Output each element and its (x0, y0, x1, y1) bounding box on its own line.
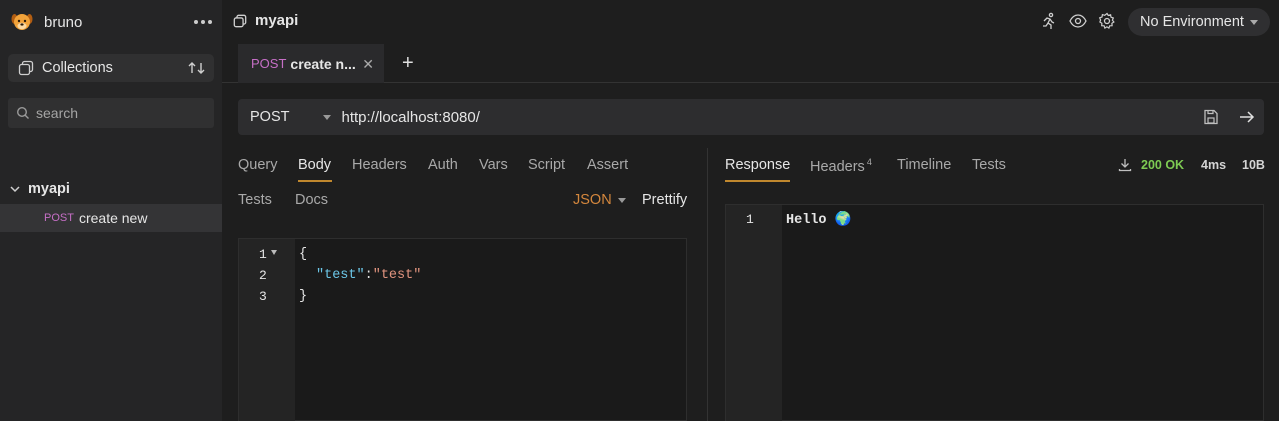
response-size: 10B (1242, 158, 1265, 172)
fold-arrow-icon[interactable] (271, 250, 277, 255)
copy-icon (233, 14, 247, 27)
search-input[interactable] (36, 105, 206, 121)
tab-vars[interactable]: Vars (479, 157, 508, 173)
tab-name: create n... (290, 55, 356, 72)
top-icons (1040, 12, 1116, 30)
tab-timeline[interactable]: Timeline (897, 157, 951, 173)
chevron-down-icon (10, 186, 20, 193)
response-body: Hello 🌍 (786, 213, 852, 228)
tab-auth[interactable]: Auth (428, 157, 458, 173)
response-viewer[interactable]: 1 Hello 🌍 (725, 204, 1264, 421)
json-value: "test" (372, 268, 422, 283)
line-number: 1 (746, 212, 754, 227)
add-tab-icon[interactable]: + (402, 52, 414, 75)
page-title: myapi (255, 12, 299, 29)
tab-create-new[interactable]: POST create n... ✕ (238, 44, 384, 83)
collections-label: Collections (42, 60, 113, 76)
search-icon (16, 106, 29, 119)
active-tab-underline (725, 180, 790, 182)
json-colon: : (364, 268, 373, 283)
headers-label: Headers (810, 158, 865, 175)
download-icon[interactable] (1118, 158, 1132, 172)
caret-down-icon (1249, 19, 1258, 25)
environment-selector[interactable]: No Environment (1128, 8, 1270, 36)
body-mode-select[interactable]: JSON (573, 192, 612, 208)
close-icon[interactable]: ✕ (362, 56, 374, 73)
runner-icon[interactable] (1040, 12, 1058, 30)
save-icon[interactable] (1202, 108, 1220, 126)
tab-response-headers[interactable]: Headers 4 (810, 157, 872, 175)
tab-method: POST (251, 56, 287, 71)
search-box (8, 98, 214, 128)
send-arrow-icon[interactable] (1238, 108, 1256, 126)
url-bar: POST http://localhost:8080/ (238, 99, 1264, 135)
headers-count: 4 (866, 157, 872, 167)
gear-icon[interactable] (1098, 12, 1116, 30)
code-line: } (299, 289, 308, 304)
line-number: 3 (259, 289, 267, 304)
line-number: 2 (259, 268, 267, 283)
app-window: bruno Collections myapi POST create new … (0, 0, 1279, 421)
environment-label: No Environment (1140, 14, 1244, 30)
request-tab-bar: POST create n... ✕ + (222, 44, 1279, 83)
line-number: 1 (259, 247, 267, 262)
request-item-create-new[interactable]: POST create new (0, 204, 222, 232)
collection-name: myapi (28, 181, 70, 197)
bruno-logo-icon (11, 14, 33, 30)
line-gutter: 1 (726, 205, 782, 421)
sort-icon[interactable] (188, 60, 206, 76)
body-editor[interactable]: 1 2 3 { "test":"test" } (238, 238, 687, 421)
more-options-icon[interactable] (192, 12, 214, 32)
tab-headers[interactable]: Headers (352, 157, 407, 173)
brand: bruno (10, 10, 82, 34)
tab-response-tests[interactable]: Tests (972, 157, 1006, 173)
tab-script[interactable]: Script (528, 157, 565, 173)
active-tab-underline (298, 180, 332, 182)
prettify-button[interactable]: Prettify (642, 192, 687, 208)
sidebar: bruno Collections myapi POST create new (0, 0, 222, 421)
tab-docs[interactable]: Docs (295, 192, 328, 208)
request-method: POST (44, 212, 74, 224)
caret-down-icon[interactable] (323, 114, 332, 120)
url-input[interactable]: http://localhost:8080/ (341, 109, 479, 126)
tab-body[interactable]: Body (298, 157, 331, 173)
line-gutter: 1 2 3 (239, 239, 295, 421)
collections-button[interactable]: Collections (8, 54, 214, 82)
method-select[interactable]: POST (250, 109, 289, 125)
eye-icon[interactable] (1068, 12, 1088, 30)
collection-myapi[interactable]: myapi (0, 178, 222, 200)
status-code: 200 OK (1141, 158, 1185, 172)
tab-response[interactable]: Response (725, 157, 790, 173)
code-line: { (299, 247, 308, 262)
pane-divider[interactable] (707, 148, 708, 421)
copy-icon (18, 60, 34, 76)
tab-query[interactable]: Query (238, 157, 278, 173)
code-line: "test":"test" (316, 268, 421, 283)
json-key: "test" (316, 268, 365, 283)
tab-assert[interactable]: Assert (587, 157, 628, 173)
response-time: 4ms (1201, 158, 1227, 172)
app-name: bruno (44, 13, 83, 31)
caret-down-icon[interactable] (618, 198, 626, 203)
collection-title: myapi (233, 12, 298, 29)
request-name: create new (78, 210, 148, 226)
tab-tests[interactable]: Tests (238, 192, 272, 208)
